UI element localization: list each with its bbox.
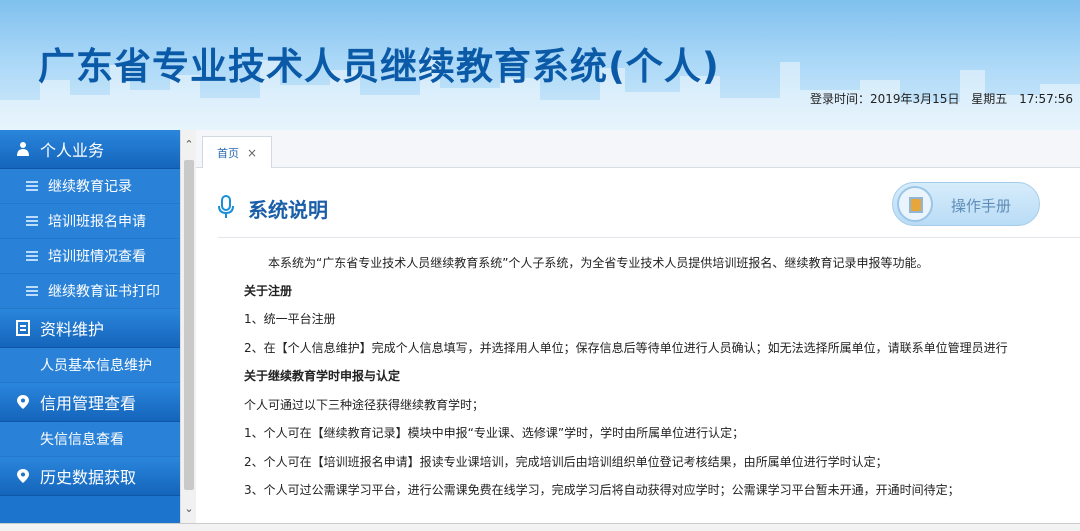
sidebar-item-dishonesty-info[interactable]: 失信信息查看 — [0, 422, 180, 457]
section-divider — [218, 237, 1080, 238]
register-step-1: 1、统一平台注册 — [244, 312, 336, 326]
sidebar-group-credit-management[interactable]: 信用管理查看 — [0, 383, 180, 422]
sidebar-item-label: 继续教育记录 — [48, 179, 132, 195]
sidebar-group-history-data[interactable]: 历史数据获取 — [0, 457, 180, 496]
sidebar-group-data-maintenance[interactable]: 资料维护 — [0, 309, 180, 348]
tab-label: 首页 — [216, 146, 239, 160]
sidebar-scrollbar[interactable]: ⌃ ⌄ — [180, 130, 196, 531]
close-icon[interactable]: × — [247, 146, 257, 160]
section-header: 系统说明 — [218, 194, 328, 223]
location-pin-icon — [14, 393, 32, 411]
app-title: 广东省专业技术人员继续教育系统(个人) — [38, 45, 720, 88]
login-date: 登录时间：2019年3月15日 — [810, 92, 960, 106]
hours-method-3: 3、个人可过公需课学习平台，进行公需课免费在线学习，完成学习后将自动获得对应学时… — [244, 483, 960, 497]
scroll-down-icon[interactable]: ⌄ — [183, 502, 195, 516]
hours-method-2: 2、个人可在【培训班报名申请】报读专业课培训，完成培训后由培训组织单位登记考核结… — [244, 455, 888, 469]
status-bar — [0, 523, 1080, 531]
sidebar-group-personal-business[interactable]: 个人业务 — [0, 130, 180, 169]
login-clock: 17:57:56 — [1019, 92, 1074, 106]
sidebar-item-label: 培训班报名申请 — [48, 214, 146, 230]
list-icon — [26, 181, 38, 191]
login-time: 登录时间：2019年3月15日 星期五 17:57:56 — [810, 90, 1080, 107]
register-heading: 关于注册 — [244, 284, 293, 298]
sidebar: 个人业务 继续教育记录 培训班报名申请 培训班情况查看 继续教育证书打印 资料维… — [0, 130, 180, 531]
microphone-icon — [218, 194, 234, 223]
list-icon — [26, 286, 38, 296]
sidebar-group-label: 个人业务 — [40, 141, 105, 160]
login-weekday: 星期五 — [971, 92, 1008, 106]
sidebar-item-certificate-print[interactable]: 继续教育证书打印 — [0, 274, 180, 309]
sidebar-item-label: 失信信息查看 — [40, 432, 124, 448]
sidebar-group-label: 资料维护 — [40, 320, 105, 339]
book-icon — [897, 186, 933, 222]
sidebar-item-basic-info[interactable]: 人员基本信息维护 — [0, 348, 180, 383]
person-icon — [14, 140, 32, 158]
scrollbar-thumb[interactable] — [184, 160, 194, 490]
location-pin-icon — [14, 467, 32, 485]
header-banner: 广东省专业技术人员继续教育系统(个人) 登录时间：2019年3月15日 星期五 … — [0, 0, 1080, 130]
sidebar-group-label: 信用管理查看 — [40, 394, 137, 413]
list-icon — [26, 216, 38, 226]
tab-home[interactable]: 首页 × — [202, 136, 272, 168]
hours-intro: 个人可通过以下三种途径获得继续教育学时； — [244, 398, 485, 412]
document-icon — [14, 319, 32, 337]
manual-button[interactable]: 操作手册 — [892, 182, 1040, 226]
sidebar-item-label: 继续教育证书打印 — [48, 284, 160, 300]
section-title: 系统说明 — [248, 198, 328, 222]
manual-button-label: 操作手册 — [951, 197, 1012, 215]
scroll-up-icon[interactable]: ⌃ — [183, 138, 195, 152]
hours-heading: 关于继续教育学时申报与认定 — [244, 369, 401, 383]
register-step-2: 2、在【个人信息维护】完成个人信息填写，并选择用人单位；保存信息后等待单位进行人… — [244, 341, 1008, 355]
sidebar-item-label: 人员基本信息维护 — [40, 358, 152, 374]
intro-text: 本系统为“广东省专业技术人员继续教育系统”个人子系统，为全省专业技术人员提供培训… — [268, 256, 929, 270]
sidebar-item-training-signup[interactable]: 培训班报名申请 — [0, 204, 180, 239]
sidebar-item-education-records[interactable]: 继续教育记录 — [0, 169, 180, 204]
sidebar-item-training-status[interactable]: 培训班情况查看 — [0, 239, 180, 274]
tab-bar: 首页 × — [196, 130, 1080, 168]
hours-method-1: 1、个人可在【继续教育记录】模块中申报“专业课、选修课”学时，学时由所属单位进行… — [244, 426, 745, 440]
sidebar-group-label: 历史数据获取 — [40, 468, 137, 487]
main-content: 系统说明 操作手册 本系统为“广东省专业技术人员继续教育系统”个人子系统，为全省… — [196, 168, 1080, 531]
sidebar-item-label: 培训班情况查看 — [48, 249, 146, 265]
list-icon — [26, 251, 38, 261]
